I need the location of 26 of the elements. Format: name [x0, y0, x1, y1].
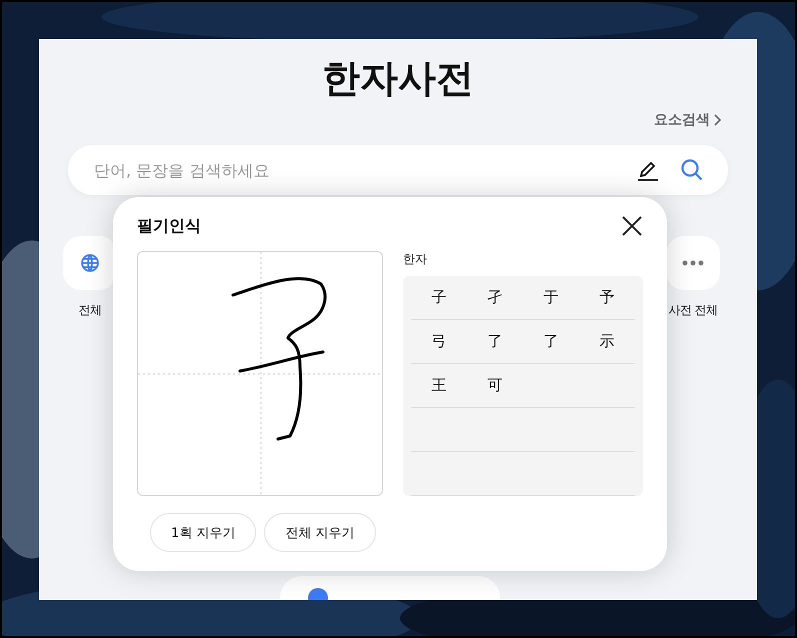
category-label: 사전 전체 [668, 302, 718, 319]
candidate-character[interactable]: 弓 [432, 332, 446, 351]
globe-icon [80, 253, 100, 273]
candidate-character[interactable]: 王 [432, 376, 446, 395]
candidate-character[interactable]: 予 [600, 288, 614, 307]
candidate-character[interactable]: 于 [544, 288, 558, 307]
candidate-character[interactable]: 孑 [488, 288, 502, 307]
result-label: 한자 [403, 251, 428, 268]
candidate-character[interactable]: 了 [544, 332, 558, 351]
candidate-character[interactable]: 子 [432, 288, 446, 307]
close-icon[interactable] [621, 215, 643, 237]
element-search-link[interactable]: 요소검색 [654, 111, 721, 129]
page-title: 한자사전 [322, 55, 474, 102]
category-label: 전체 [78, 302, 102, 319]
candidate-character[interactable]: 了 [488, 332, 502, 351]
clear-button[interactable]: 1획 지우기 [150, 513, 256, 552]
more-icon [682, 260, 704, 266]
clear-button[interactable]: 전체 지우기 [264, 513, 376, 552]
pen-icon[interactable] [636, 159, 660, 181]
candidate-character[interactable]: 可 [488, 376, 502, 395]
chevron-icon [714, 114, 721, 126]
panel-title: 필기인식 [137, 216, 201, 236]
search-field[interactable]: 단어, 문장을 검색하세요 [92, 160, 616, 180]
candidate-character[interactable]: 示 [600, 332, 614, 351]
search-bar[interactable]: 단어, 문장을 검색하세요 [68, 145, 728, 195]
search-icon[interactable] [680, 158, 704, 182]
